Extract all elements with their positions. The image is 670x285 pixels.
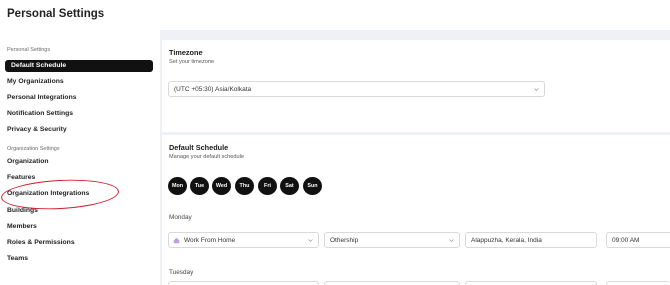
location-input[interactable]: Alappuzha, Kerala, India [465, 232, 597, 248]
sidebar-item-default-schedule[interactable]: Default Schedule [5, 60, 153, 72]
monday-label: Monday [169, 214, 192, 221]
tuesday-time-select[interactable] [606, 281, 670, 285]
sidebar-item-roles-permissions[interactable]: Roles & Permissions [7, 239, 75, 246]
tuesday-work-type-select[interactable] [168, 281, 319, 285]
sidebar-item-my-organizations[interactable]: My Organizations [7, 78, 64, 85]
day-toggle-tue[interactable]: Tue [190, 177, 209, 195]
tuesday-organization-select[interactable] [324, 281, 460, 285]
sidebar-item-personal-integrations[interactable]: Personal Integrations [7, 94, 77, 101]
time-value: 09:00 AM [612, 237, 640, 244]
chevron-down-icon [308, 239, 313, 242]
location-value: Alappuzha, Kerala, India [471, 237, 542, 244]
day-toggle-wed[interactable]: Wed [212, 177, 231, 195]
day-toggle-fri[interactable]: Fri [258, 177, 277, 195]
sidebar-item-notification-settings[interactable]: Notification Settings [7, 110, 73, 117]
chevron-down-icon [534, 88, 539, 91]
page-title: Personal Settings [7, 8, 105, 20]
time-select[interactable]: 09:00 AM [606, 232, 670, 248]
work-type-select[interactable]: Work From Home [168, 232, 319, 248]
day-toggle-mon[interactable]: Mon [168, 177, 187, 195]
timezone-title: Timezone [169, 48, 203, 57]
timezone-subtitle: Set your timezone [169, 59, 215, 65]
schedule-subtitle: Manage your default schedule [169, 154, 244, 160]
tuesday-location-input[interactable] [465, 281, 597, 285]
sidebar-section-organization: Organization Settings [7, 146, 60, 152]
sidebar-item-privacy-security[interactable]: Privacy & Security [7, 126, 67, 133]
sidebar-item-features[interactable]: Features [7, 174, 35, 181]
day-toggle-thu[interactable]: Thu [235, 177, 254, 195]
chevron-down-icon [449, 239, 454, 242]
organization-select[interactable]: Othership [324, 232, 460, 248]
home-icon [173, 237, 180, 244]
day-toggle-sun[interactable]: Sun [303, 177, 322, 195]
timezone-select[interactable]: (UTC +05:30) Asia/Kolkata [168, 81, 545, 97]
organization-value: Othership [330, 237, 359, 244]
sidebar-item-organization[interactable]: Organization [7, 158, 49, 165]
day-toggle-sat[interactable]: Sat [280, 177, 299, 195]
work-type-value: Work From Home [184, 237, 236, 244]
schedule-title: Default Schedule [169, 143, 229, 152]
sidebar-item-teams[interactable]: Teams [7, 255, 28, 262]
sidebar-item-label: Default Schedule [11, 62, 67, 69]
timezone-value: (UTC +05:30) Asia/Kolkata [174, 86, 252, 93]
page-header: Personal Settings [0, 0, 670, 30]
sidebar-item-members[interactable]: Members [7, 223, 37, 230]
sidebar-section-personal: Personal Settings [7, 47, 51, 53]
tuesday-label: Tuesday [169, 269, 194, 276]
